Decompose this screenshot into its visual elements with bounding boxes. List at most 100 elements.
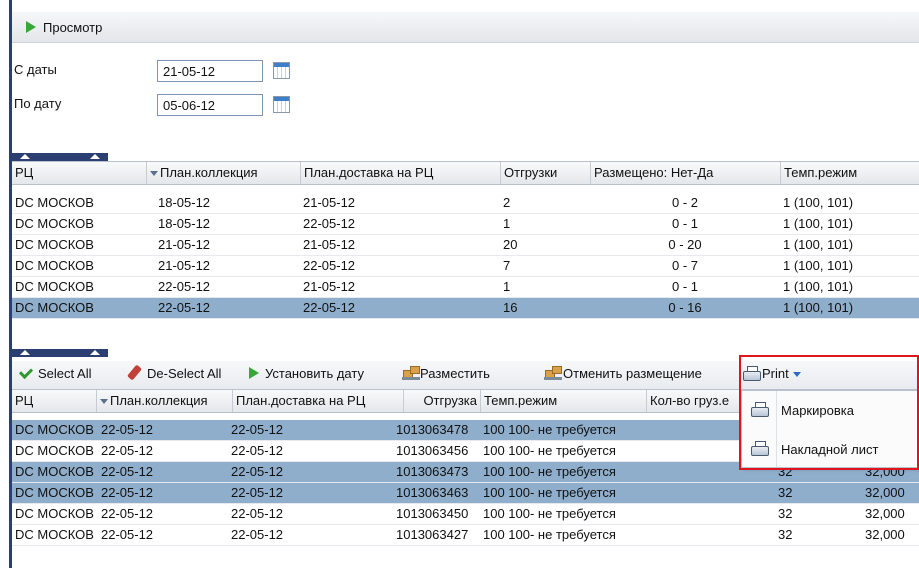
to-date-input[interactable]: 05-06-12: [157, 94, 263, 116]
table-row[interactable]: DC МОСКОВ 22-05-12 21-05-12 1 0 - 1 1 (1…: [12, 277, 919, 298]
cell-temp-mode: 1 (100, 101): [783, 195, 854, 210]
pallet-icon: [402, 366, 420, 380]
table-row[interactable]: DC МОСКОВ 21-05-12 22-05-12 7 0 - 7 1 (1…: [12, 256, 919, 277]
set-date-button[interactable]: Установить дату: [249, 366, 364, 381]
splitter-handle[interactable]: [12, 349, 108, 357]
cell-plan-collection: 22-05-12: [101, 506, 154, 521]
table-row[interactable]: DC МОСКОВ 18-05-12 21-05-12 2 0 - 2 1 (1…: [12, 193, 919, 214]
column-header[interactable]: План.доставка на РЦ: [232, 390, 403, 412]
cell-plan-collection: 22-05-12: [158, 279, 211, 294]
cell-plan-collection: 18-05-12: [158, 216, 211, 231]
cell-temp-mode: 1 (100, 101): [783, 279, 854, 294]
table-row-selected[interactable]: DC МОСКОВ 22-05-12 22-05-12 16 0 - 16 1 …: [12, 298, 919, 319]
cell-plan-collection: 22-05-12: [101, 464, 154, 479]
calendar-icon[interactable]: [273, 96, 290, 113]
print-menu: Маркировка Накладной лист: [741, 390, 919, 468]
cell-cargo-weight: 32,000: [865, 485, 905, 500]
pallet-icon: [544, 366, 562, 380]
printer-icon: [751, 441, 769, 456]
cell-plan-delivery: 22-05-12: [231, 422, 284, 437]
menu-item-label: Накладной лист: [781, 442, 879, 457]
deselect-all-button[interactable]: De-Select All: [126, 364, 222, 381]
cell-temp-mode: 1 (100, 101): [783, 216, 854, 231]
cell-rc: DC МОСКОВ: [15, 300, 94, 315]
column-header[interactable]: Кол-во груз.е: [646, 390, 741, 412]
cell-temp-mode: 100 100- не требуется: [483, 527, 616, 542]
cell-plan-delivery: 21-05-12: [303, 279, 356, 294]
menu-item-marking[interactable]: Маркировка: [742, 392, 918, 428]
table-row[interactable]: DC МОСКОВ 18-05-12 22-05-12 1 0 - 1 1 (1…: [12, 214, 919, 235]
cell-cargo-count: 32: [778, 485, 793, 500]
column-header[interactable]: План.доставка на РЦ: [300, 162, 500, 184]
table-row[interactable]: DC МОСКОВ 21-05-12 21-05-12 20 0 - 20 1 …: [12, 235, 919, 256]
table-row-selected[interactable]: DC МОСКОВ 22-05-12 22-05-12 1013063463 1…: [12, 483, 919, 504]
cell-shipments: 20: [503, 237, 518, 252]
column-header[interactable]: Темп.режим: [780, 162, 919, 184]
play-icon: [26, 21, 36, 33]
cell-plan-collection: 18-05-12: [158, 195, 211, 210]
cell-plan-delivery: 21-05-12: [303, 195, 356, 210]
cell-temp-mode: 100 100- не требуется: [483, 506, 616, 521]
to-date-label: По дату: [14, 96, 62, 111]
calendar-icon[interactable]: [273, 62, 290, 79]
cell-shipments: 7: [503, 258, 511, 273]
cell-temp-mode: 100 100- не требуется: [483, 443, 616, 458]
place-label: Разместить: [420, 366, 490, 381]
cell-rc: DC МОСКОВ: [15, 422, 94, 437]
cell-cargo-weight: 32,000: [865, 506, 905, 521]
column-header[interactable]: План.коллекция: [96, 390, 232, 412]
cell-temp-mode: 100 100- не требуется: [483, 422, 616, 437]
cell-plan-delivery: 22-05-12: [303, 216, 356, 231]
cancel-place-label: Отменить размещение: [563, 366, 702, 381]
cell-plan-collection: 21-05-12: [158, 237, 211, 252]
column-header[interactable]: Отгрузки: [500, 162, 590, 184]
cell-rc: DC МОСКОВ: [15, 527, 94, 542]
cell-plan-delivery: 22-05-12: [303, 300, 356, 315]
cell-plan-collection: 22-05-12: [101, 485, 154, 500]
cell-shipment: 1013063427: [396, 527, 469, 542]
cell-plan-delivery: 22-05-12: [231, 464, 284, 479]
cell-plan-delivery: 22-05-12: [303, 258, 356, 273]
cell-plan-collection: 22-05-12: [101, 422, 154, 437]
deselect-all-label: De-Select All: [147, 366, 222, 381]
from-date-label: С даты: [14, 62, 57, 77]
cell-temp-mode: 1 (100, 101): [783, 300, 854, 315]
printer-icon: [743, 366, 761, 381]
select-all-button[interactable]: Select All: [18, 364, 91, 381]
splitter-handle[interactable]: [12, 153, 108, 161]
play-icon: [249, 367, 259, 379]
cell-shipment: 1013063450: [396, 506, 469, 521]
column-header[interactable]: План.коллекция: [146, 162, 300, 184]
column-header[interactable]: Темп.режим: [480, 390, 646, 412]
cell-plan-delivery: 22-05-12: [231, 527, 284, 542]
cell-rc: DC МОСКОВ: [15, 506, 94, 521]
cell-plan-delivery: 22-05-12: [231, 506, 284, 521]
cell-shipment: 1013063456: [396, 443, 469, 458]
cell-rc: DC МОСКОВ: [15, 195, 94, 210]
column-header[interactable]: РЦ: [12, 162, 146, 184]
set-date-label: Установить дату: [265, 366, 364, 381]
cell-plan-collection: 22-05-12: [101, 443, 154, 458]
cell-rc: DC МОСКОВ: [15, 237, 94, 252]
view-button[interactable]: Просмотр: [43, 20, 102, 35]
cell-placed: 0 - 20: [668, 237, 702, 252]
cell-placed: 0 - 2: [671, 195, 698, 210]
column-header[interactable]: Отгрузка: [403, 390, 480, 412]
place-button[interactable]: Разместить: [402, 366, 490, 381]
cell-shipments: 1: [503, 216, 511, 231]
cell-cargo-weight: 32,000: [865, 527, 905, 542]
from-date-input[interactable]: 21-05-12: [157, 60, 263, 82]
column-header[interactable]: РЦ: [12, 390, 96, 412]
cancel-place-button[interactable]: Отменить размещение: [544, 366, 702, 381]
chevron-down-icon: [792, 372, 801, 378]
action-toolbar: Select All De-Select All Установить дату…: [12, 361, 919, 390]
table-row[interactable]: DC МОСКОВ 22-05-12 22-05-12 1013063450 1…: [12, 504, 919, 525]
column-header[interactable]: Размещено: Нет-Да: [590, 162, 780, 184]
cell-rc: DC МОСКОВ: [15, 216, 94, 231]
cell-temp-mode: 100 100- не требуется: [483, 485, 616, 500]
table-row[interactable]: DC МОСКОВ 22-05-12 22-05-12 1013063427 1…: [12, 525, 919, 546]
cell-shipment: 1013063478: [396, 422, 469, 437]
cell-rc: DC МОСКОВ: [15, 258, 94, 273]
menu-item-waybill[interactable]: Накладной лист: [742, 431, 918, 467]
print-dropdown-button[interactable]: Print: [743, 366, 801, 381]
